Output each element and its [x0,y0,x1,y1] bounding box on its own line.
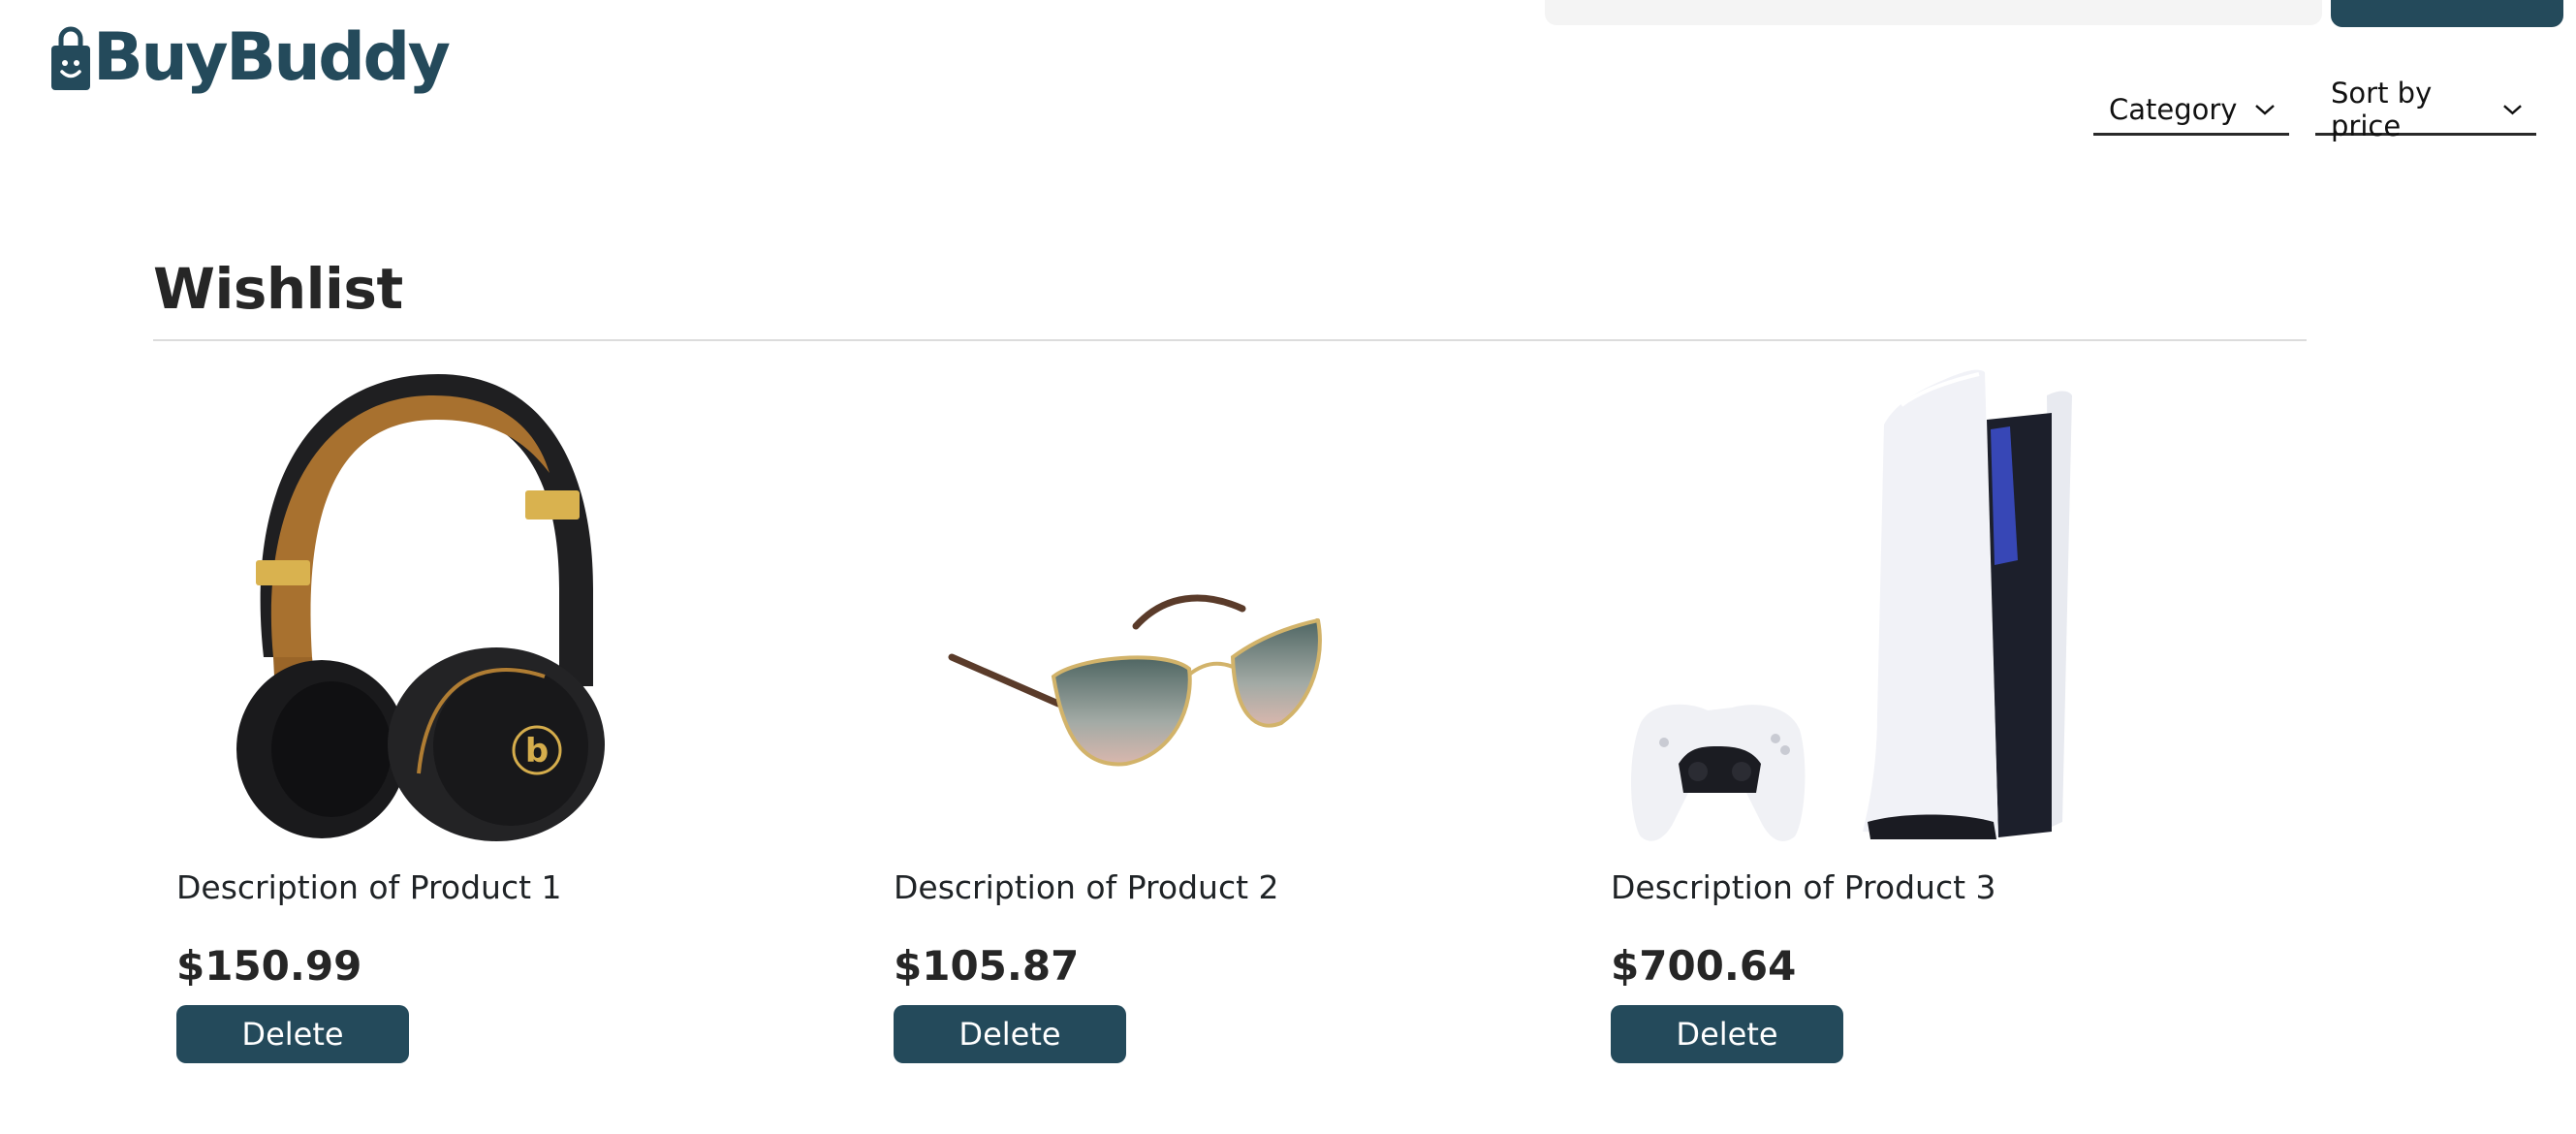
delete-button[interactable]: Delete [176,1005,409,1063]
delete-button[interactable]: Delete [1611,1005,1843,1063]
logo[interactable]: BuyBuddy [50,19,451,97]
headphones-image: b [236,374,605,841]
page-title: Wishlist [153,256,403,322]
sort-dropdown-label: Sort by price [2331,76,2433,142]
svg-text:b: b [525,732,549,771]
divider [153,339,2307,341]
product-card: b Description of Product 1 $150.99 Delet… [176,366,855,1064]
delete-button[interactable]: Delete [894,1005,1126,1063]
product-price: $700.64 [1611,942,1797,990]
sort-by-price-dropdown[interactable]: Sort by price [2315,77,2536,142]
category-dropdown[interactable]: Category [2093,85,2289,136]
chevron-down-icon [2255,104,2275,115]
chevron-down-icon [2503,104,2522,114]
product-price: $105.87 [894,942,1080,990]
search-input[interactable] [1545,0,2322,25]
product-description: Description of Product 1 [176,868,562,906]
category-dropdown-label: Category [2109,92,2238,126]
product-price: $150.99 [176,942,362,990]
sunglasses-image [948,594,1322,767]
product-description: Description of Product 2 [894,868,1279,906]
game-console-image [1631,369,2072,841]
product-card: Description of Product 2 $105.87 Delete [894,366,1572,1064]
logo-text: BuyBuddy [93,19,451,96]
shopping-bag-icon [51,26,90,90]
product-card: Description of Product 3 $700.64 Delete [1611,366,2289,1064]
product-description: Description of Product 3 [1611,868,1996,906]
search-button[interactable] [2331,0,2563,27]
